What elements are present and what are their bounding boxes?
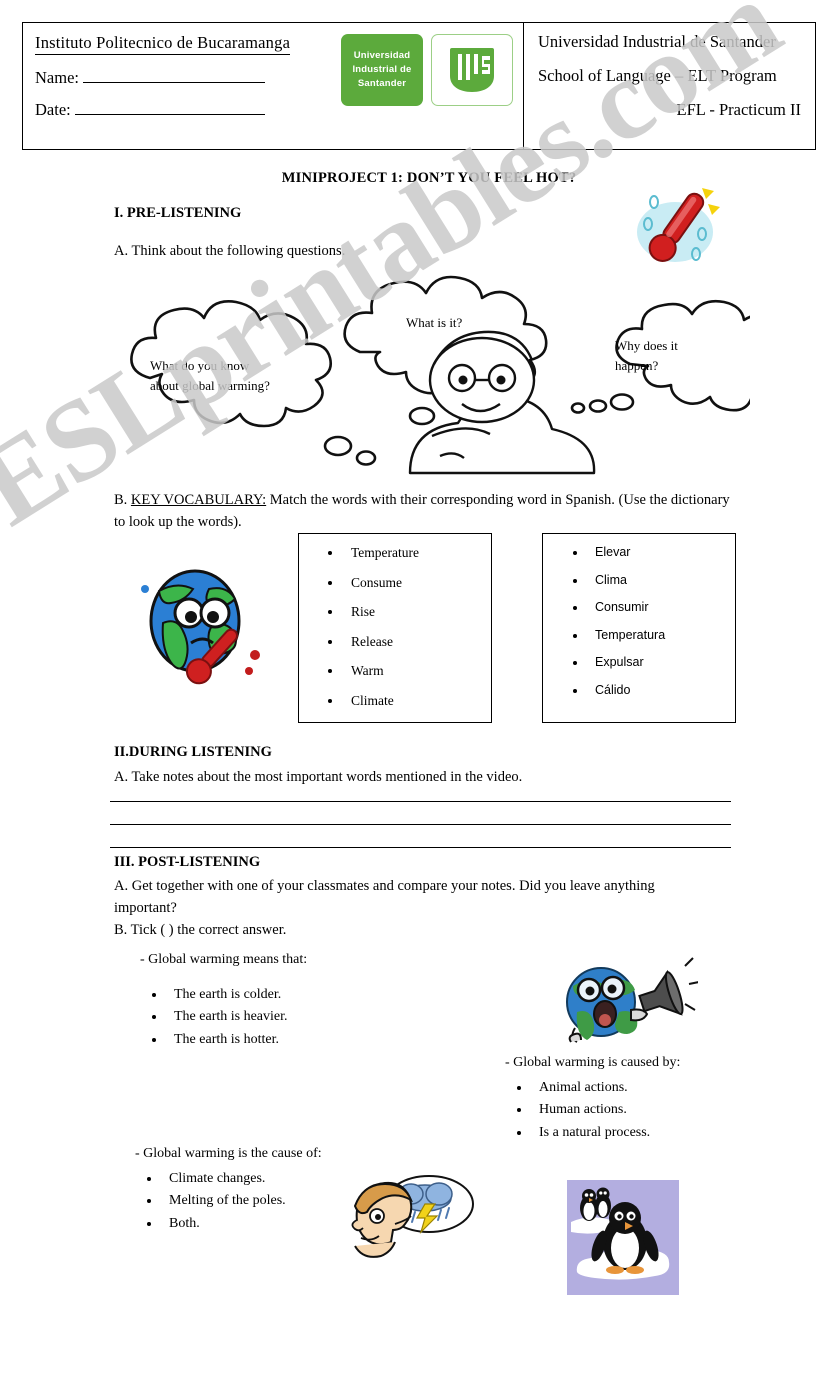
university-name: Universidad Industrial de Santander [538, 32, 776, 51]
answer-option[interactable]: The earth is hotter. [166, 1029, 500, 1051]
note-line[interactable] [110, 847, 731, 848]
vocab-item-en[interactable]: Climate [343, 693, 491, 709]
vocabulary-list-english: Temperature Consume Rise Release Warm Cl… [299, 534, 491, 722]
sick-earth-thermometer-illustration [133, 563, 275, 705]
key-vocabulary-label: KEY VOCABULARY: [130, 492, 267, 508]
vocabulary-list-spanish: Elevar Clima Consumir Temperatura Expuls… [543, 534, 735, 710]
logo-line-2: Industrial de [352, 64, 412, 76]
post-listening-item-b: B. Tick ( ) the correct answer. [114, 922, 287, 938]
pre-listening-item-a: A. Think about the following questions. [114, 243, 346, 259]
vocab-item-en[interactable]: Release [343, 634, 491, 650]
header-left: Instituto Politecnico de Bucaramanga Nam… [23, 23, 341, 149]
earth-megaphone-illustration [553, 950, 698, 1050]
date-label: Date: [35, 100, 71, 119]
vocab-item-es[interactable]: Elevar [587, 545, 735, 559]
school-name: School of Language – ELT Program [538, 66, 777, 85]
penguins-on-ice-illustration [567, 1180, 679, 1295]
logo-line-3: Santander [357, 77, 407, 89]
bubble-text-1: What do you know about global warming? [150, 358, 270, 394]
header-box: Instituto Politecnico de Bucaramanga Nam… [22, 22, 816, 150]
note-line[interactable] [110, 824, 731, 825]
vocab-item-es[interactable]: Expulsar [587, 655, 735, 669]
post-listening-item-a: A. Get together with one of your classma… [114, 878, 655, 917]
course-name: EFL - Practicum II [676, 100, 801, 119]
date-field-row: Date: [35, 100, 341, 120]
vocab-item-es[interactable]: Temperatura [587, 628, 735, 642]
name-field-row: Name: [35, 68, 341, 88]
answer-option[interactable]: Human actions. [531, 1099, 805, 1121]
uis-shield-logo [431, 34, 513, 106]
bubble-text-2: What is it? [406, 315, 463, 330]
answer-options-list: Animal actions. Human actions. Is a natu… [505, 1077, 805, 1144]
question-prompt: - Global warming means that: [140, 952, 308, 967]
vocab-item-en[interactable]: Rise [343, 604, 491, 620]
hot-thermometer-icon [630, 182, 725, 274]
university-wordmark-logo: Universidad Industrial de Santander [341, 34, 423, 106]
section-heading-pre-listening: I. PRE-LISTENING [114, 205, 242, 221]
section-heading-post-listening: III. POST-LISTENING [114, 854, 261, 870]
header-logos: Universidad Industrial de Santander [341, 23, 523, 149]
logo-line-1: Universidad [353, 50, 411, 62]
answer-option[interactable]: Animal actions. [531, 1077, 805, 1099]
name-label: Name: [35, 68, 79, 87]
note-line[interactable] [110, 801, 731, 802]
key-vocabulary-instruction: B. KEY VOCABULARY: Match the words with … [114, 489, 739, 534]
question-group-2: - Global warming is caused by: Animal ac… [505, 1055, 805, 1144]
section-heading-during-listening: II.DURING LISTENING [114, 744, 272, 760]
answer-option[interactable]: Is a natural process. [531, 1122, 805, 1144]
answer-options-list: The earth is colder. The earth is heavie… [140, 984, 500, 1051]
bubble-text-3: Why does it happen? [615, 338, 678, 374]
worksheet-page: Instituto Politecnico de Bucaramanga Nam… [0, 0, 838, 1389]
question-prompt: - Global warming is the cause of: [135, 1146, 322, 1161]
vocab-item-es[interactable]: Cálido [587, 683, 735, 697]
vocab-item-en[interactable]: Warm [343, 663, 491, 679]
thinking-boy-illustration: What do you know about global warming? W… [110, 268, 750, 483]
name-input-rule[interactable] [83, 72, 266, 83]
vocab-item-en[interactable]: Consume [343, 575, 491, 591]
date-input-rule[interactable] [74, 104, 265, 115]
question-prompt: - Global warming is caused by: [505, 1055, 681, 1070]
vocab-item-es[interactable]: Clima [587, 573, 735, 587]
answer-option[interactable]: The earth is colder. [166, 984, 500, 1006]
vocab-item-en[interactable]: Temperature [343, 545, 491, 561]
header-right: Universidad Industrial de Santander Scho… [523, 23, 815, 149]
worried-man-storm-cloud-illustration [333, 1168, 478, 1268]
during-listening-item-a: A. Take notes about the most important w… [114, 769, 523, 785]
vocabulary-box-english: Temperature Consume Rise Release Warm Cl… [298, 533, 492, 723]
answer-option[interactable]: The earth is heavier. [166, 1006, 500, 1028]
institute-name: Instituto Politecnico de Bucaramanga [35, 33, 291, 55]
vocab-item-es[interactable]: Consumir [587, 600, 735, 614]
vocabulary-box-spanish: Elevar Clima Consumir Temperatura Expuls… [542, 533, 736, 723]
question-group-1: - Global warming means that: The earth i… [140, 952, 500, 1051]
item-b-prefix: B. [114, 492, 131, 508]
